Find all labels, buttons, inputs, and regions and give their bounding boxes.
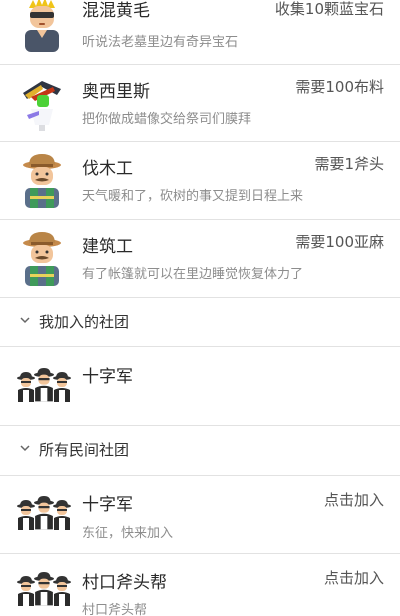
- club-name: 十字军: [82, 495, 133, 515]
- club-name: 十字军: [82, 367, 133, 387]
- npc-name: 奥西里斯: [82, 82, 150, 102]
- npc-description: 听说法老墓里边有奇异宝石: [82, 35, 239, 50]
- npc-description: 天气暖和了，砍树的事又提到日程上来: [82, 189, 304, 204]
- section-header-all-clubs[interactable]: 所有民间社团: [0, 426, 400, 474]
- npc-quest: 需要100亚麻: [295, 233, 384, 251]
- npc-description: 把你做成蜡像交给祭司们膜拜: [82, 112, 252, 127]
- npc-name: 建筑工: [82, 237, 133, 257]
- lumberjack-icon: [17, 152, 67, 208]
- npc-row-thug[interactable]: 混混黄毛 听说法老墓里边有奇异宝石 收集10颗蓝宝石: [0, 0, 400, 64]
- chevron-down-icon: [20, 317, 30, 324]
- club-members-icon: [17, 572, 71, 612]
- section-title: 所有民间社团: [39, 441, 130, 459]
- join-club-button[interactable]: 点击加入: [324, 567, 384, 588]
- club-row-axe-gang[interactable]: 村口斧头帮 村口斧头帮 点击加入: [0, 554, 400, 616]
- join-club-button[interactable]: 点击加入: [324, 489, 384, 510]
- npc-quest: 需要100布料: [295, 78, 384, 96]
- npc-name: 混混黄毛: [82, 1, 150, 21]
- npc-quest: 需要1斧头: [314, 155, 384, 173]
- chevron-down-icon: [20, 445, 30, 452]
- club-description: 村口斧头帮: [82, 603, 148, 616]
- club-row-crusaders[interactable]: 十字军 东征，快来加入 点击加入: [0, 476, 400, 554]
- npc-description: 有了帐篷就可以在里边睡觉恢复体力了: [82, 267, 304, 282]
- thug-blonde-sunglasses-icon: [17, 0, 67, 52]
- npc-row-lumberjack[interactable]: 伐木工 天气暖和了，砍树的事又提到日程上来 需要1斧头: [0, 142, 400, 220]
- club-members-icon: [17, 496, 71, 536]
- npc-row-builder[interactable]: 建筑工 有了帐篷就可以在里边睡觉恢复体力了 需要100亚麻: [0, 220, 400, 298]
- npc-quest: 收集10颗蓝宝石: [274, 0, 384, 18]
- npc-row-osiris[interactable]: 奥西里斯 把你做成蜡像交给祭司们膜拜 需要100布料: [0, 65, 400, 143]
- builder-icon: [17, 230, 67, 286]
- section-header-my-clubs[interactable]: 我加入的社团: [0, 298, 400, 346]
- club-description: 东征，快来加入: [82, 526, 174, 541]
- club-members-icon: [17, 368, 71, 408]
- npc-name: 伐木工: [82, 159, 133, 179]
- club-row-my-crusaders[interactable]: 十字军: [0, 347, 400, 425]
- club-name: 村口斧头帮: [82, 573, 167, 593]
- section-title: 我加入的社团: [39, 313, 130, 331]
- pharaoh-osiris-icon: [17, 75, 67, 131]
